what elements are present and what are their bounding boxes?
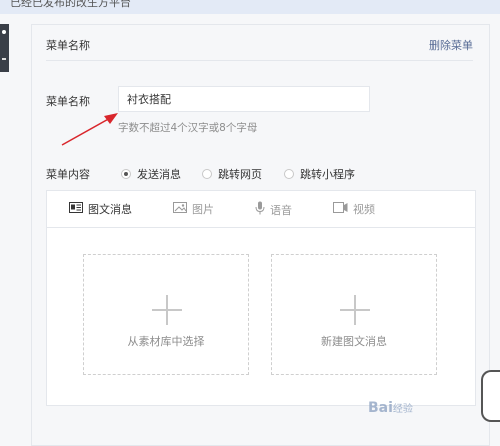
tab-label: 语音 [270, 203, 292, 217]
radio-jump-miniprogram[interactable]: 跳转小程序 [284, 166, 355, 182]
radio-label: 跳转小程序 [300, 168, 355, 181]
menu-content-label: 菜单内容 [46, 168, 90, 181]
video-icon [333, 202, 348, 216]
select-from-library-card[interactable]: 从素材库中选择 [83, 254, 249, 375]
tab-label: 视频 [353, 203, 375, 216]
radio-jump-webpage[interactable]: 跳转网页 [202, 166, 262, 182]
top-banner-text: 已经已发布的改生方平台 [10, 0, 131, 9]
news-icon [69, 202, 83, 216]
delete-menu-link[interactable]: 删除菜单 [429, 37, 473, 53]
tab-label: 图文消息 [88, 203, 132, 216]
create-news-card[interactable]: 新建图文消息 [271, 254, 437, 375]
plus-icon [340, 295, 370, 325]
tab-voice[interactable]: 语音 [255, 201, 292, 218]
menu-name-input[interactable] [118, 86, 370, 112]
menu-header-title: 菜单名称 [46, 39, 90, 52]
left-sidebar-edge [0, 24, 9, 72]
tab-image[interactable]: 图片 [173, 201, 214, 217]
menu-name-label: 菜单名称 [46, 95, 90, 108]
message-type-tabs: 图文消息 图片 语音 视频 [47, 191, 475, 228]
sidebar-dot-icon [2, 30, 6, 34]
radio-label: 发送消息 [137, 168, 181, 181]
radio-circle-icon [202, 169, 212, 179]
plus-icon [152, 295, 182, 325]
watermark-logo: Bai经验 [368, 400, 413, 416]
radio-label: 跳转网页 [218, 168, 262, 181]
sidebar-dash-icon [2, 58, 6, 60]
radio-send-message[interactable]: 发送消息 [121, 166, 181, 182]
microphone-icon [255, 201, 265, 218]
side-float-widget[interactable] [481, 370, 500, 422]
watermark-sub: 经验 [392, 404, 413, 415]
tab-video[interactable]: 视频 [333, 201, 375, 217]
message-editor: 图文消息 图片 语音 视频 从素材库中选择 新建图文消息 [46, 190, 476, 406]
card-label: 新建图文消息 [321, 335, 387, 348]
image-icon [173, 202, 187, 216]
divider [46, 60, 473, 61]
tab-news[interactable]: 图文消息 [69, 201, 132, 217]
menu-name-hint: 字数不超过4个汉字或8个字母 [118, 122, 258, 134]
radio-circle-icon [121, 169, 131, 179]
tab-label: 图片 [192, 203, 214, 216]
watermark-text: Bai [368, 400, 393, 416]
radio-circle-icon [284, 169, 294, 179]
top-banner: 已经已发布的改生方平台 [0, 0, 500, 14]
card-label: 从素材库中选择 [127, 335, 205, 348]
